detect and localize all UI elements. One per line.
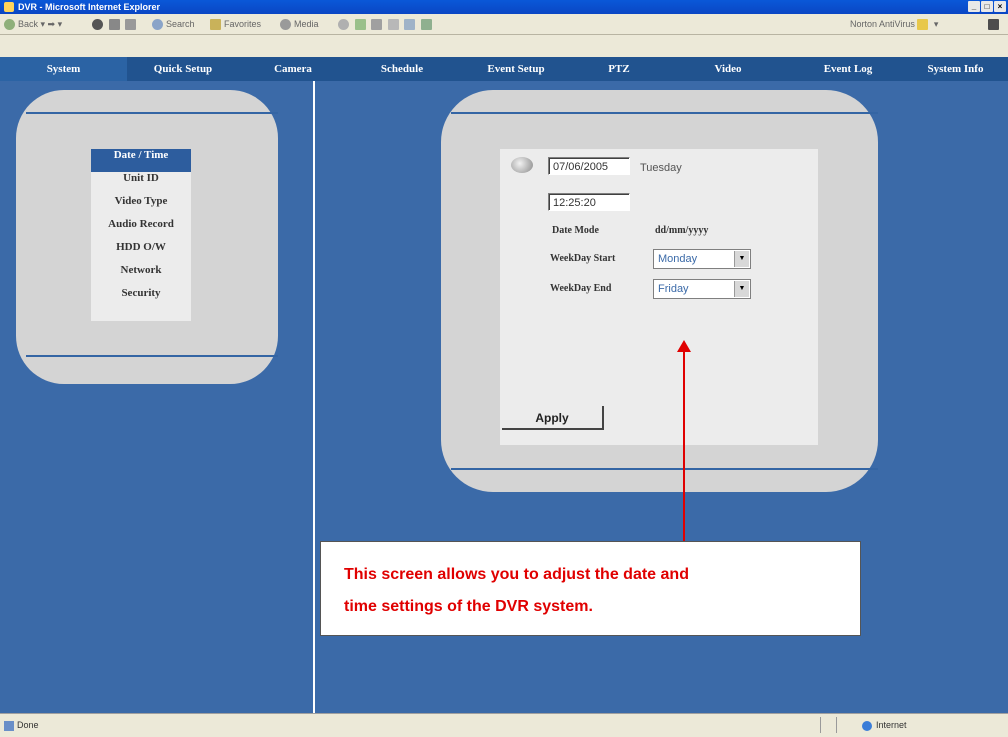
tab-system-info[interactable]: System Info [903,57,1008,81]
panel-top-rule [451,112,878,114]
browser-toolbar: Back ▾ ➡ ▾ Search Favorites Media Norton… [0,14,1008,35]
day-of-week: Tuesday [640,162,682,174]
annotation-line-1: This screen allows you to adjust the dat… [344,566,689,583]
weekday-start-select[interactable]: Monday ▼ [653,249,751,269]
weekday-start-label: WeekDay Start [550,253,616,264]
weekday-end-label: WeekDay End [550,283,612,294]
favorites-button[interactable]: Favorites [210,14,261,34]
tab-event-setup[interactable]: Event Setup [457,57,575,81]
status-bar: Done Internet [0,713,1008,737]
internet-zone: Internet [862,714,907,736]
sidebar-top-rule [26,112,278,114]
tab-camera[interactable]: Camera [239,57,347,81]
sidebar-item-date-time[interactable]: Date / Time [91,149,191,172]
maximize-button[interactable]: □ [981,1,993,12]
refresh-icon[interactable] [108,19,120,31]
date-mode-label: Date Mode [552,225,599,236]
edit-icon[interactable] [387,19,399,31]
ie-icon [4,2,14,12]
print-icon[interactable] [371,19,383,31]
discuss-icon[interactable] [404,19,416,31]
panel-bottom-rule [451,468,878,470]
norton-icon [917,19,929,31]
window-title: DVR - Microsoft Internet Explorer [18,2,161,12]
tab-system[interactable]: System [0,57,127,81]
tab-quick-setup[interactable]: Quick Setup [127,57,239,81]
media-button[interactable]: Media [280,14,319,34]
globe-icon [862,720,872,731]
sidebar-item-video-type[interactable]: Video Type [91,195,191,218]
favorites-icon [210,19,221,31]
search-icon [152,19,163,31]
status-text: Done [4,714,39,736]
search-button[interactable]: Search [152,14,195,34]
sidebar-item-hdd-ow[interactable]: HDD O/W [91,241,191,264]
mail-icon[interactable] [354,19,366,31]
page-icon [4,720,14,731]
annotation-callout: This screen allows you to adjust the dat… [320,541,861,636]
chevron-down-icon[interactable]: ▼ [734,251,749,267]
back-button[interactable]: Back ▾ ➡ ▾ [4,14,62,34]
messenger-icon[interactable] [420,19,432,31]
date-radio-button[interactable] [511,157,533,173]
sidebar-item-network[interactable]: Network [91,264,191,287]
weekday-end-select[interactable]: Friday ▼ [653,279,751,299]
more-tool-icons [338,14,435,34]
chevron-down-icon[interactable]: ▼ [734,281,749,297]
time-input[interactable]: 12:25:20 [548,193,630,211]
sidebar-item-audio-record[interactable]: Audio Record [91,218,191,241]
annotation-arrow-line [683,350,685,542]
windows-logo-icon [988,14,1002,34]
date-mode-value: dd/mm/yyyy [655,225,709,236]
status-segment [820,717,837,733]
date-input[interactable]: 07/06/2005 [548,157,630,175]
close-button[interactable]: × [994,1,1006,12]
apply-button[interactable]: Apply [502,406,604,430]
minimize-button[interactable]: _ [968,1,980,12]
tab-event-log[interactable]: Event Log [793,57,903,81]
history-icon[interactable] [338,19,349,31]
tab-video[interactable]: Video [663,57,793,81]
annotation-line-2: time settings of the DVR system. [344,598,593,615]
sidebar-item-security[interactable]: Security [91,287,191,310]
sidebar-item-unit-id[interactable]: Unit ID [91,172,191,195]
tab-ptz[interactable]: PTZ [575,57,663,81]
tab-schedule[interactable]: Schedule [347,57,457,81]
media-icon [280,19,291,31]
sidebar-menu: Date / Time Unit ID Video Type Audio Rec… [91,149,191,321]
window-title-bar: DVR - Microsoft Internet Explorer _ □ × [0,0,1008,14]
window-controls: _ □ × [968,1,1006,12]
norton-button[interactable]: Norton AntiVirus ▾ [850,14,938,34]
status-segment [836,717,853,733]
back-arrow-icon [4,19,15,31]
sidebar-bottom-rule [26,355,278,357]
address-area [0,35,1008,57]
main-nav: System Quick Setup Camera Schedule Event… [0,57,1008,81]
nav-icons [92,14,139,34]
home-icon[interactable] [125,19,137,31]
stop-icon[interactable] [92,19,103,31]
